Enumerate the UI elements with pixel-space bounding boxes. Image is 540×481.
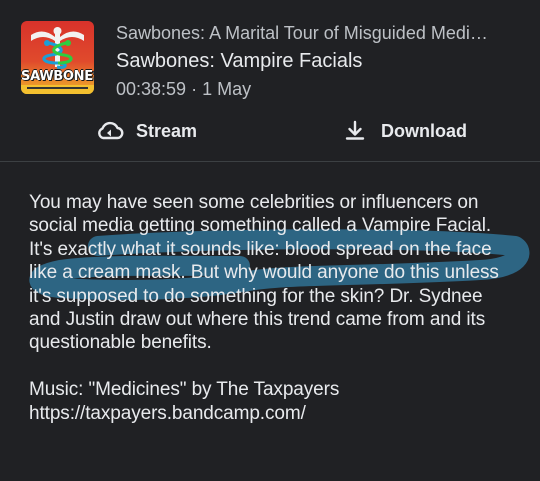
episode-title: Sawbones: Vampire Facials: [116, 50, 363, 72]
meta-separator: ·: [191, 79, 198, 99]
podcast-name[interactable]: Sawbones: A Marital Tour of Misguided Me…: [116, 22, 526, 44]
stream-label: Stream: [136, 120, 198, 141]
cloud-stream-icon: [96, 117, 124, 145]
episode-duration: 00:38:59: [116, 79, 187, 99]
download-label: Download: [381, 120, 467, 141]
episode-meta: Sawbones: A Marital Tour of Misguided Me…: [116, 22, 526, 100]
description-text-before: You may have seen some celebrities or in…: [29, 192, 491, 237]
download-button[interactable]: Download: [341, 108, 467, 154]
description-body: You may have seen some celebrities or in…: [29, 191, 519, 355]
stream-button[interactable]: Stream: [96, 108, 197, 154]
episode-subinfo: 00:38:59 · 1 May: [116, 78, 526, 100]
music-credit: Music: "Medicines" by The Taxpayers: [29, 379, 340, 401]
download-icon: [341, 117, 369, 145]
episode-description: You may have seen some celebrities or in…: [29, 191, 519, 425]
episode-date: 1 May: [202, 79, 252, 99]
episode-header: SAWBONES Sawbones: A Marital Tour of Mis…: [0, 0, 540, 105]
artwork-title: SAWBONES: [21, 69, 94, 84]
episode-actions: Stream Download: [0, 108, 540, 154]
music-link[interactable]: https://taxpayers.bandcamp.com/: [29, 402, 519, 425]
divider: [0, 161, 540, 162]
podcast-artwork[interactable]: SAWBONES: [21, 21, 94, 94]
